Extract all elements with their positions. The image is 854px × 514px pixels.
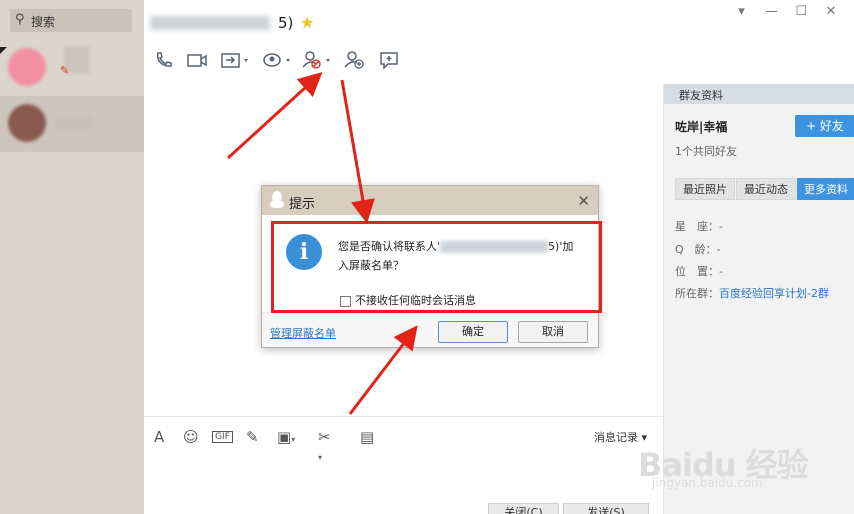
search-box[interactable]: ⚲ 搜索 (10, 9, 132, 32)
dialog-footer: 管理屏蔽名单 确定 取消 (262, 312, 598, 347)
qq-penguin-icon (270, 191, 284, 209)
image-icon[interactable]: ▣▾ (277, 428, 295, 446)
age-row: Q 龄：- (675, 241, 721, 257)
phone-icon[interactable] (154, 50, 174, 72)
file-transfer-icon[interactable] (220, 50, 250, 72)
tab-more-info[interactable]: 更多资料 (797, 178, 854, 200)
emoji-icon[interactable]: ☺ (183, 428, 199, 446)
app-icon[interactable] (262, 50, 292, 72)
group-label: 所在群： (675, 287, 719, 300)
add-contact-icon[interactable] (344, 50, 366, 72)
star-sign-row: 星 座：- (675, 218, 723, 234)
blurred-title (150, 16, 270, 30)
close-chat-button[interactable]: 关闭(C) (488, 503, 559, 514)
dialog-close-icon[interactable]: ✕ (577, 192, 590, 210)
maximize-icon[interactable]: ☐ (788, 4, 814, 19)
video-icon[interactable] (186, 50, 208, 72)
cancel-button[interactable]: 取消 (518, 321, 588, 343)
age-value: - (716, 243, 721, 256)
star-sign-label: 星 座： (675, 220, 719, 233)
ok-button[interactable]: 确定 (438, 321, 508, 343)
close-icon[interactable]: ✕ (818, 4, 844, 19)
tab-recent-activity[interactable]: 最近动态 (736, 178, 796, 200)
pen-icon[interactable]: ✎ (246, 428, 259, 446)
star-icon[interactable]: ★ (300, 13, 314, 32)
dropdown-icon[interactable]: ▾ (729, 4, 755, 19)
mutual-friends[interactable]: 1个共同好友 (675, 143, 737, 159)
send-button[interactable]: 发送(S) (563, 503, 649, 514)
group-link[interactable]: 百度经验回享计划-2群 (719, 287, 829, 300)
search-icon: ⚲ (15, 12, 25, 27)
tab-recent-photos[interactable]: 最近照片 (675, 178, 735, 200)
highlight-box (271, 221, 602, 313)
title-suffix: 5) (278, 14, 294, 32)
location-label: 位 置： (675, 265, 719, 278)
group-row: 所在群：百度经验回享计划-2群 (675, 285, 829, 301)
edit-icon: ✎ (60, 64, 70, 77)
search-label: 搜索 (31, 15, 56, 29)
window-controls: ▾ — ☐ ✕ (729, 4, 844, 24)
contact-item-selected[interactable] (0, 96, 144, 152)
location-row: 位 置：- (675, 263, 723, 279)
add-comment-icon[interactable] (378, 50, 400, 72)
watermark-url: jingyan.baidu.com (652, 476, 763, 490)
contact-item[interactable]: ✎ (0, 40, 144, 96)
location-value: - (719, 265, 723, 278)
contact-list-panel: ⚲ 搜索 ✎ (0, 0, 144, 514)
dialog-header: 提示 ✕ (262, 186, 598, 215)
info-header: 群友资料 (664, 84, 854, 104)
dialog-title: 提示 (289, 197, 316, 212)
age-label: Q 龄： (675, 243, 717, 256)
font-icon[interactable]: A (154, 428, 164, 446)
blurred-name (56, 118, 92, 128)
member-name: 咗岸|幸福 (675, 120, 728, 134)
clipboard-icon[interactable]: ▤ (360, 428, 374, 446)
avatar (8, 48, 46, 86)
baidu-watermark: Baidu 经验 jingyan.baidu.com (632, 418, 832, 496)
star-sign-value: - (719, 220, 723, 233)
add-friend-button[interactable]: + 好友 (795, 115, 854, 137)
gif-icon[interactable]: GIF (212, 431, 233, 443)
info-header-title: 群友资料 (679, 89, 723, 102)
screenshot-icon[interactable]: ✂▾ (318, 428, 331, 464)
avatar (8, 104, 46, 142)
minimize-icon[interactable]: — (758, 4, 784, 19)
compose-area[interactable]: A ☺ GIF ✎ ▣▾ ✂▾ ▤ 消息记录 ▾ 关闭(C) 发送(S) (144, 416, 663, 514)
block-contact-icon[interactable] (302, 50, 332, 72)
manage-blocklist-link[interactable]: 管理屏蔽名单 (270, 325, 336, 341)
